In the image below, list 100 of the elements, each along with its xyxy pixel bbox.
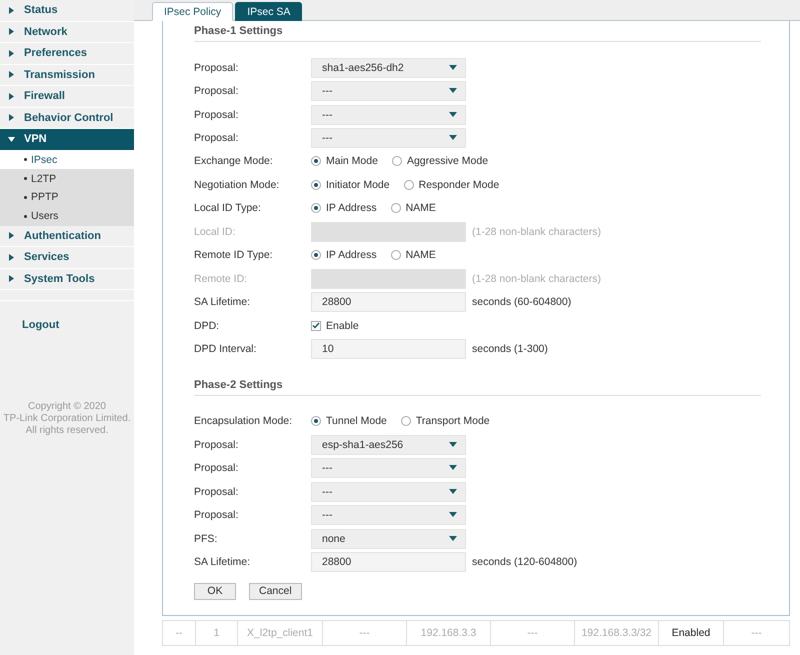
caret-down-icon[interactable]	[449, 64, 457, 71]
radio-button[interactable]	[311, 250, 321, 260]
caret-down-icon[interactable]	[449, 512, 457, 518]
caret-right-icon	[8, 71, 15, 78]
dropdown[interactable]: ---	[311, 482, 466, 502]
nav-subitem[interactable]: IPsec	[0, 150, 134, 170]
logout-link[interactable]: Logout	[22, 319, 60, 331]
caret-down-icon[interactable]	[449, 536, 457, 542]
caret-down-icon	[8, 136, 15, 143]
radio-button[interactable]	[392, 156, 402, 166]
field-hint: (1-28 non-blank characters)	[472, 226, 601, 238]
radio-option[interactable]: Main Mode	[311, 155, 378, 168]
table-cell: ---	[491, 620, 575, 645]
nav-item[interactable]: Firewall	[0, 86, 134, 108]
radio-button[interactable]	[311, 180, 321, 190]
table-cell-text: ---	[750, 626, 763, 641]
caret-down-icon[interactable]	[449, 488, 457, 495]
field-label: PFS:	[194, 532, 218, 545]
dropdown[interactable]: sha1-aes256-dh2	[311, 58, 466, 78]
field-label: Local ID Type:	[194, 202, 262, 214]
field-label: SA Lifetime:	[194, 556, 252, 568]
caret-down-icon[interactable]	[449, 135, 457, 142]
dropdown[interactable]: none	[311, 528, 466, 549]
radio-option[interactable]: Initiator Mode	[311, 178, 390, 191]
radio-option[interactable]: Aggressive Mode	[392, 155, 488, 168]
bullet-icon	[24, 214, 27, 218]
field-label: Negotiation Mode:	[194, 178, 280, 191]
dropdown[interactable]: ---	[311, 458, 466, 478]
caret-down-icon[interactable]	[449, 88, 457, 94]
table-cell: 192.168.3.3	[407, 620, 491, 645]
caret-right-icon	[8, 50, 15, 57]
caret-right-icon	[8, 254, 15, 261]
field-label: Proposal:	[194, 486, 240, 498]
caret-down-icon[interactable]	[449, 465, 457, 472]
table-cell: --	[163, 620, 196, 645]
radio-option[interactable]: Transport Mode	[400, 415, 490, 428]
cancel-button[interactable]: Cancel	[249, 582, 302, 600]
section-heading: Phase-1 Settings	[194, 25, 283, 37]
field-label: Local ID:	[194, 226, 236, 238]
caret-down-icon[interactable]	[449, 442, 457, 448]
text-field[interactable]: 28800	[311, 292, 466, 312]
nav-item[interactable]: Preferences	[0, 43, 134, 64]
field-hint: seconds (120-604800)	[472, 556, 578, 568]
caret-right-icon	[8, 232, 15, 240]
radio-option[interactable]: NAME	[390, 202, 436, 214]
bullet-icon	[24, 158, 27, 162]
tab[interactable]: IPsec Policy	[152, 2, 234, 21]
radio-option[interactable]: Tunnel Mode	[311, 415, 387, 428]
table-cell: X_l2tp_client1	[238, 620, 323, 645]
radio-button[interactable]	[311, 203, 321, 214]
field-label: Proposal:	[194, 85, 240, 98]
ok-button[interactable]: OK	[194, 582, 236, 600]
field-label: Remote ID:	[194, 272, 248, 285]
table-cell: Enabled	[659, 620, 724, 645]
nav-item[interactable]: System Tools	[0, 268, 134, 290]
nav-subitem[interactable]: PPTP	[0, 188, 134, 207]
radio-option[interactable]: Responder Mode	[404, 178, 500, 191]
field-label: DPD:	[194, 320, 220, 332]
nav-item[interactable]: Network	[0, 22, 134, 43]
dropdown[interactable]: ---	[311, 505, 466, 526]
field-label: Proposal:	[194, 462, 240, 474]
tab[interactable]: IPsec SA	[235, 2, 302, 21]
bullet-icon	[24, 177, 27, 180]
caret-right-icon	[8, 114, 15, 122]
dropdown[interactable]: esp-sha1-aes256	[311, 434, 466, 455]
dropdown[interactable]: ---	[311, 104, 466, 125]
nav-subitem[interactable]: L2TP	[0, 169, 134, 188]
field-label: Proposal:	[194, 108, 240, 121]
radio-button[interactable]	[390, 203, 401, 214]
nav-item[interactable]: Services	[0, 247, 134, 268]
radio-button[interactable]	[390, 250, 401, 260]
radio-option[interactable]: IP Address	[311, 202, 377, 214]
field-label: DPD Interval:	[194, 342, 258, 355]
field-hint: (1-28 non-blank characters)	[472, 272, 601, 285]
caret-right-icon	[8, 6, 15, 14]
nav-item[interactable]: VPN	[0, 129, 134, 150]
radio-option[interactable]: IP Address	[311, 249, 377, 262]
copyright-text: TP-Link Corporation Limited.	[3, 413, 131, 425]
caret-down-icon[interactable]	[449, 112, 457, 118]
table-cell: 192.168.3.3/32	[575, 620, 659, 645]
radio-button[interactable]	[404, 180, 414, 190]
caret-right-icon	[8, 92, 15, 100]
nav-item[interactable]: Authentication	[0, 226, 134, 247]
table-cell: ---	[323, 620, 407, 645]
checkbox-option[interactable]: Enable	[311, 320, 359, 332]
copyright-text: All rights reserved.	[26, 425, 108, 437]
radio-button[interactable]	[400, 416, 411, 426]
table-cell: 1	[196, 620, 238, 645]
dropdown[interactable]: ---	[311, 81, 466, 102]
radio-button[interactable]	[311, 416, 321, 426]
dropdown[interactable]: ---	[311, 128, 466, 148]
text-field[interactable]: 28800	[311, 552, 466, 572]
nav-item[interactable]: Transmission	[0, 64, 134, 86]
radio-button[interactable]	[311, 156, 321, 166]
radio-option[interactable]: NAME	[390, 249, 436, 262]
nav-subitem[interactable]: Users	[0, 206, 134, 226]
field-label: Exchange Mode:	[194, 155, 274, 168]
field-label: Remote ID Type:	[194, 249, 274, 262]
checkbox[interactable]	[311, 320, 321, 331]
text-field[interactable]: 10	[311, 338, 466, 359]
